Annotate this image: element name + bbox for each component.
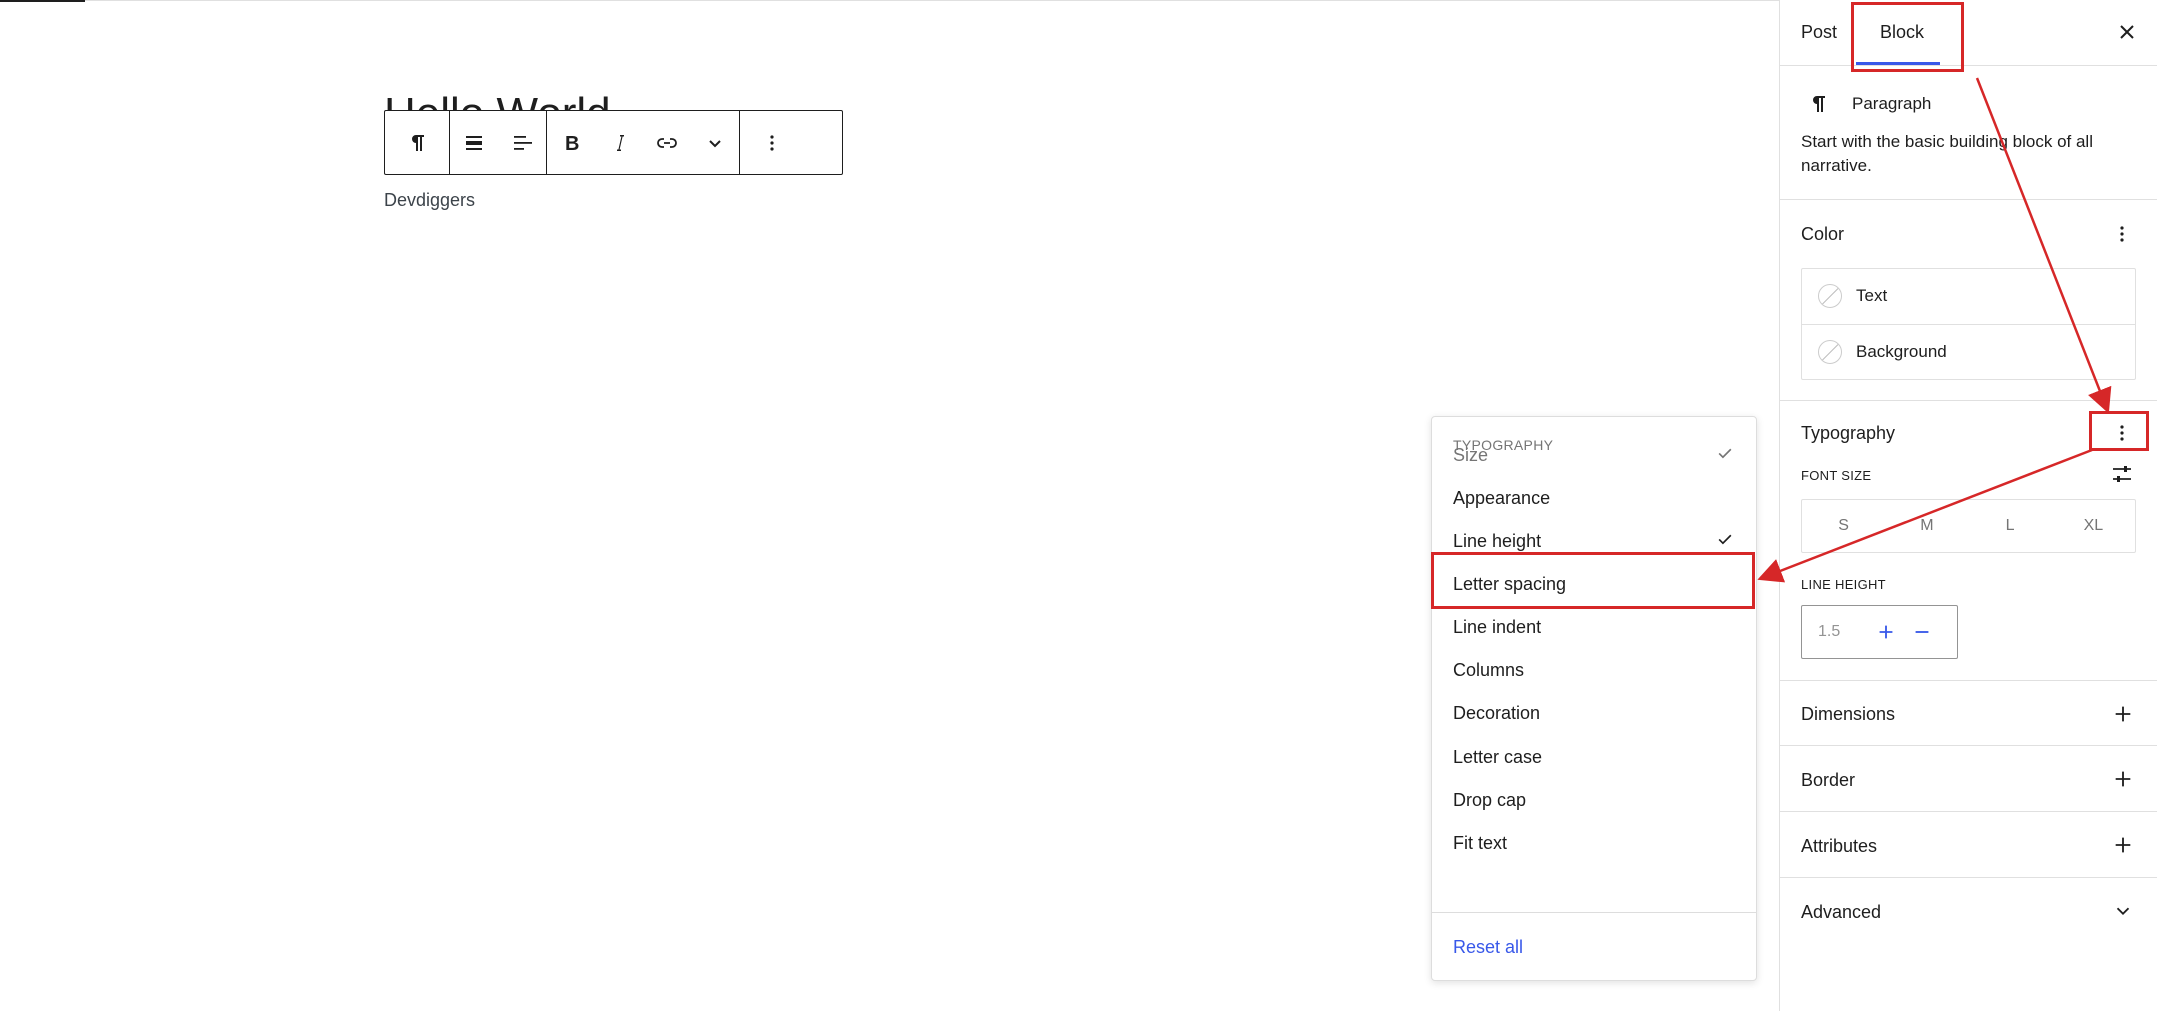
reset-all-button[interactable]: Reset all (1453, 937, 1523, 958)
block-card-description: Start with the basic building block of a… (1801, 132, 2093, 175)
close-icon[interactable] (2115, 20, 2139, 44)
typography-menu-item-line-indent[interactable]: Line indent (1432, 606, 1756, 649)
color-panel-title: Color (1801, 224, 1845, 244)
block-card: Paragraph Start with the basic building … (1780, 66, 2157, 200)
menu-item-label: Appearance (1453, 488, 1551, 508)
bold-button[interactable]: B (547, 111, 595, 174)
menu-item-label: Line indent (1453, 617, 1542, 637)
typography-panel-title: Typography (1801, 423, 1896, 443)
background-color-label: Background (1856, 342, 1947, 361)
active-tab-indicator (1856, 62, 1940, 65)
divider (1780, 400, 2157, 401)
color-swatch-empty-icon (1818, 340, 1842, 364)
dimensions-panel-title[interactable]: Dimensions (1801, 704, 1895, 725)
typography-menu-item-drop-cap[interactable]: Drop cap (1432, 779, 1756, 822)
more-formatting-button[interactable] (691, 111, 739, 174)
line-height-label: LINE HEIGHT (1801, 577, 1886, 592)
font-size-option-s[interactable]: S (1802, 500, 1885, 552)
font-size-option-xl[interactable]: XL (2052, 500, 2135, 552)
block-toolbar: B (384, 110, 843, 175)
align-left-icon (514, 135, 532, 150)
line-height-input[interactable]: 1.5 (1818, 623, 1868, 641)
toolbar-group-options (740, 111, 804, 174)
color-settings-group: Text Background (1801, 268, 2136, 380)
italic-button[interactable] (595, 111, 643, 174)
minus-icon (1915, 631, 1929, 633)
typography-menu-item-appearance[interactable]: Appearance (1432, 477, 1756, 520)
typography-options-menu: TYPOGRAPHY Size Appearance Line height Lett… (1431, 416, 1757, 981)
tab-block[interactable]: Block (1880, 22, 1924, 43)
plus-icon (1879, 625, 1893, 639)
align-wide-icon (466, 135, 482, 150)
typography-menu-item-columns[interactable]: Columns (1432, 649, 1756, 692)
advanced-panel-title[interactable]: Advanced (1801, 902, 1881, 923)
block-align-button[interactable] (450, 111, 498, 174)
attributes-panel-title[interactable]: Attributes (1801, 836, 1877, 857)
text-color-label: Text (1856, 286, 1888, 305)
typography-menu-item-letter-case[interactable]: Letter case (1432, 736, 1756, 779)
check-icon (1715, 529, 1735, 554)
tab-post[interactable]: Post (1801, 22, 1837, 43)
block-options-button[interactable] (740, 111, 804, 174)
menu-separator (1432, 912, 1756, 913)
menu-item-label: Decoration (1453, 703, 1541, 723)
check-icon (1715, 443, 1735, 468)
plus-icon[interactable] (2112, 768, 2134, 790)
typography-options-icon[interactable] (2110, 421, 2134, 445)
menu-item-label: Letter spacing (1453, 574, 1567, 594)
italic-icon (617, 134, 624, 151)
menu-item-label: Size (1453, 445, 1489, 465)
divider (1780, 811, 2157, 812)
menu-item-label: Fit text (1453, 833, 1508, 853)
toolbar-group-block (385, 111, 450, 174)
bold-icon: B (565, 133, 579, 155)
typography-menu-item-size[interactable]: Size (1432, 434, 1756, 477)
menu-item-label: Drop cap (1453, 790, 1527, 810)
menu-item-label: Line height (1453, 531, 1542, 551)
post-title-partial: Hello World (384, 92, 611, 110)
typography-menu-item-letter-spacing[interactable]: Letter spacing (1432, 563, 1756, 606)
settings-sidebar: Post Block Paragraph Start with the basi… (1779, 0, 2157, 1011)
typography-menu-item-line-height[interactable]: Line height (1432, 520, 1756, 563)
sliders-icon[interactable] (2110, 462, 2134, 486)
divider (1780, 877, 2157, 878)
typography-menu-item-decoration[interactable]: Decoration (1432, 692, 1756, 735)
plus-icon[interactable] (2112, 834, 2134, 856)
color-swatch-empty-icon (1818, 284, 1842, 308)
paragraph-icon (412, 134, 424, 151)
toolbar-group-format: B (547, 111, 740, 174)
increment-button[interactable] (1868, 614, 1904, 650)
border-panel-title[interactable]: Border (1801, 770, 1855, 791)
block-card-title: Paragraph (1852, 94, 1932, 113)
font-size-option-l[interactable]: L (1969, 500, 2052, 552)
plus-icon[interactable] (2112, 703, 2134, 725)
typography-menu-item-fit-text[interactable]: Fit text (1432, 822, 1756, 865)
menu-item-label: Letter case (1453, 747, 1543, 767)
text-color-item[interactable]: Text (1802, 269, 2135, 323)
chevron-down-icon[interactable] (2112, 900, 2134, 922)
sidebar-tabs: Post Block (1780, 0, 2157, 66)
block-type-button[interactable] (385, 111, 449, 174)
divider (1780, 745, 2157, 746)
font-size-label: FONT SIZE (1801, 468, 1872, 483)
line-height-control: 1.5 (1801, 605, 1958, 659)
link-button[interactable] (643, 111, 691, 174)
decrement-button[interactable] (1904, 614, 1940, 650)
menu-item-label: Columns (1453, 660, 1525, 680)
chevron-down-icon (709, 139, 721, 147)
paragraph-icon (1813, 96, 1825, 112)
text-align-button[interactable] (498, 111, 546, 174)
more-vertical-icon (770, 134, 774, 151)
divider (1780, 680, 2157, 681)
font-size-picker: S M L XL (1801, 499, 2136, 553)
toolbar-group-align (450, 111, 547, 174)
paragraph-block[interactable]: Devdiggers (384, 190, 475, 211)
top-active-indicator (0, 0, 85, 2)
svg-text:B: B (565, 133, 579, 155)
color-options-icon[interactable] (2110, 222, 2134, 246)
background-color-item[interactable]: Background (1802, 324, 2135, 379)
link-icon (657, 137, 677, 148)
font-size-option-m[interactable]: M (1885, 500, 1968, 552)
